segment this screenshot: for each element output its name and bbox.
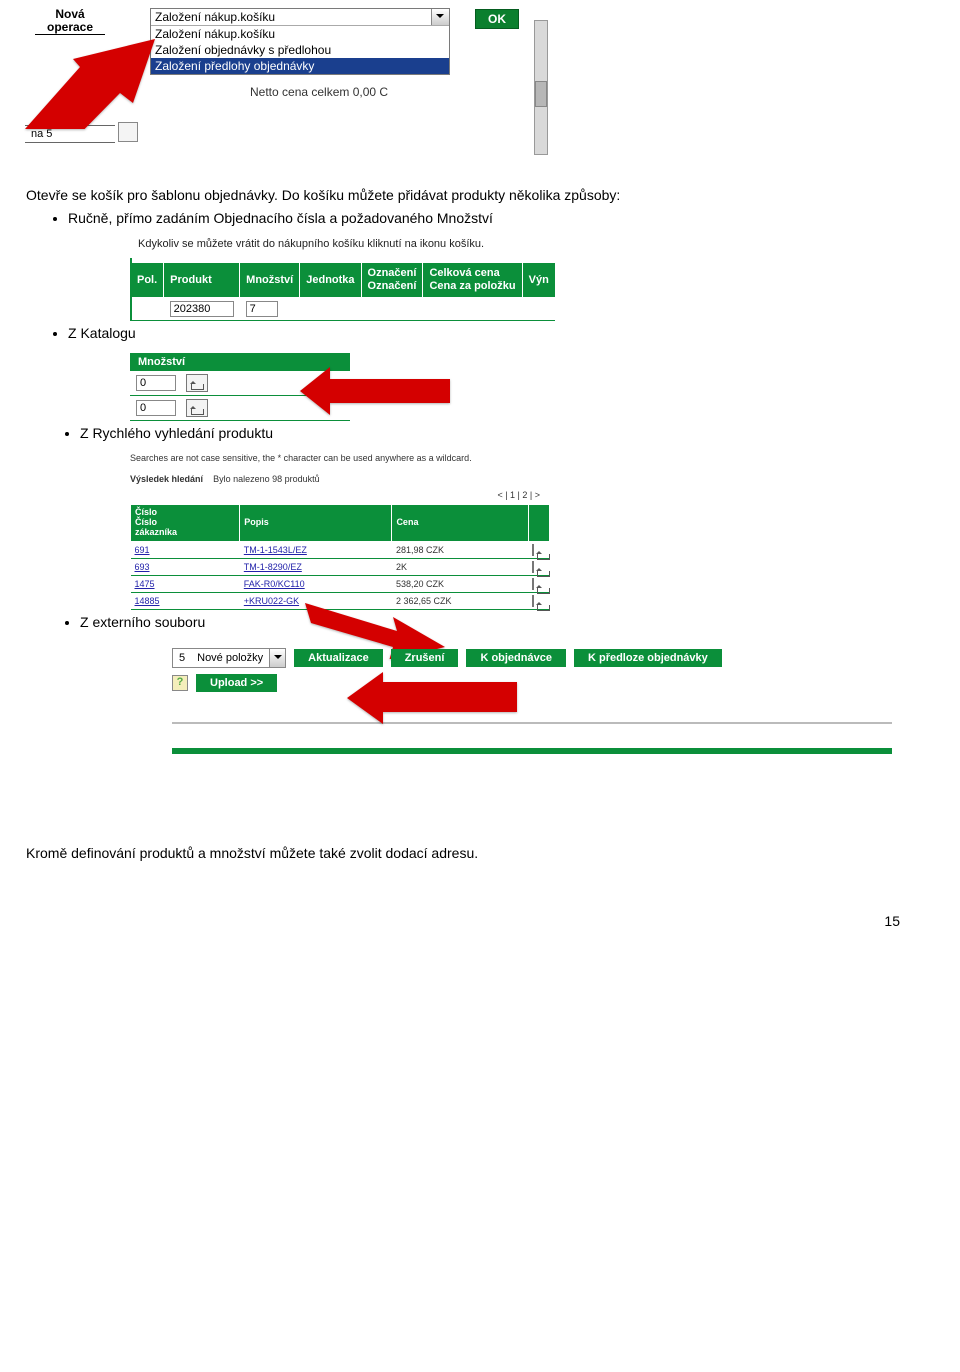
annotation-arrow-icon — [25, 39, 155, 129]
product-input[interactable] — [170, 301, 234, 317]
product-link[interactable]: TM-1-8290/EZ — [244, 562, 302, 572]
help-icon[interactable]: ? — [172, 675, 188, 691]
product-link[interactable]: 693 — [135, 562, 150, 572]
aktualizace-button[interactable]: Aktualizace — [294, 649, 383, 667]
product-link[interactable]: +KRU022-GK — [244, 596, 299, 606]
cart-table: Pol. Produkt Množství Jednotka Označení … — [130, 262, 556, 321]
table-row: 691 TM-1-1543L/EZ 281,98 CZK — [131, 541, 550, 558]
th-vyn: Výn — [522, 263, 555, 298]
dropdown-selected-text: Založení nákup.košíku — [155, 10, 275, 24]
zruseni-button[interactable]: Zrušení — [391, 649, 459, 667]
th-pol: Pol. — [131, 263, 164, 298]
hint-text: Kdykoliv se můžete vrátit do nákupního k… — [138, 238, 940, 250]
page-number: 15 — [20, 913, 900, 929]
bullet-item: Z Rychlého vyhledání produktu — [80, 425, 940, 441]
th-blank — [528, 505, 549, 542]
new-items-combo[interactable]: 5 Nové položky — [172, 648, 286, 668]
upload-button[interactable]: Upload >> — [196, 674, 277, 692]
green-bar — [172, 748, 892, 754]
operation-dropdown[interactable]: Založení nákup.košíku Založení nákup.koš… — [150, 8, 450, 75]
add-to-cart-icon[interactable] — [532, 578, 534, 590]
table-row: 693 TM-1-8290/EZ 2K — [131, 558, 550, 575]
netto-total-label: Netto cena celkem 0,00 C — [250, 85, 388, 99]
product-link[interactable]: 691 — [135, 545, 150, 555]
chevron-down-icon[interactable] — [431, 9, 449, 25]
paragraph: Kromě definování produktů a množství můž… — [26, 844, 940, 864]
product-link[interactable]: 1475 — [135, 579, 155, 589]
k-predloze-button[interactable]: K předloze objednávky — [574, 649, 722, 667]
combo-value: 5 — [173, 650, 191, 666]
add-to-cart-icon[interactable] — [186, 374, 208, 392]
qty-input[interactable] — [136, 375, 176, 391]
th-popis: Popis — [240, 505, 392, 542]
screenshot-cart-table: Kdykoliv se můžete vrátit do nákupního k… — [130, 238, 940, 321]
bullet-item: Z externího souboru — [80, 614, 940, 630]
result-label: Výsledek hledání — [130, 474, 203, 484]
screenshot-external-file: 5 Nové položky Aktualizace Zrušení K obj… — [172, 642, 892, 814]
pager[interactable]: < | 1 | 2 | > — [130, 490, 540, 500]
dropdown-option[interactable]: Založení nákup.košíku — [151, 26, 449, 42]
table-row: 1475 FAK-R0/KC110 538,20 CZK — [131, 575, 550, 592]
th-jednotka: Jednotka — [300, 263, 361, 298]
results-table: Číslo Číslo zákazníka Popis Cena 691 TM-… — [130, 504, 550, 610]
dropdown-option-list: Založení nákup.košíku Založení objednávk… — [151, 26, 449, 74]
quantity-input[interactable] — [246, 301, 278, 317]
product-link[interactable]: TM-1-1543L/EZ — [244, 545, 307, 555]
divider-vertical — [130, 258, 132, 321]
bullet-item: Z Katalogu — [68, 325, 940, 341]
scrollbar-thumb[interactable] — [535, 81, 547, 107]
combo-label: Nové položky — [191, 650, 269, 666]
paragraph: Otevře se košík pro šablonu objednávky. … — [26, 185, 940, 206]
chevron-down-icon[interactable] — [269, 649, 285, 667]
dropdown-option-highlighted[interactable]: Založení předlohy objednávky — [151, 58, 449, 74]
th-cena: Celková cena Cena za položku — [423, 263, 522, 298]
add-to-cart-icon[interactable] — [532, 561, 534, 573]
add-to-cart-icon[interactable] — [186, 399, 208, 417]
screenshot-search-results: Searches are not case sensitive, the * c… — [130, 453, 550, 609]
qty-input[interactable] — [136, 400, 176, 416]
search-note: Searches are not case sensitive, the * c… — [130, 453, 550, 464]
th-produkt: Produkt — [164, 263, 240, 298]
new-operation-label: Nová operace — [35, 8, 105, 35]
product-link[interactable]: FAK-R0/KC110 — [244, 579, 305, 589]
price-cell: 2K — [392, 558, 528, 575]
k-objednavce-button[interactable]: K objednávce — [466, 649, 566, 667]
add-to-cart-icon[interactable] — [532, 544, 534, 556]
screenshot-new-operation: Nová operace Založení nákup.košíku Založ… — [20, 5, 940, 165]
bullet-item: Ručně, přímo zadáním Objednacího čísla a… — [68, 210, 940, 226]
th-mnozstvi: Množství — [240, 263, 300, 298]
annotation-arrow-icon — [300, 367, 450, 415]
price-cell: 281,98 CZK — [392, 541, 528, 558]
annotation-arrow-icon — [347, 672, 517, 724]
table-row — [131, 298, 556, 321]
result-count: Bylo nalezeno 98 produktů — [213, 474, 320, 484]
screenshot-catalog-qty: Množství — [130, 353, 940, 421]
th-oznaceni: Označení Označení — [361, 263, 423, 298]
scrollbar[interactable] — [534, 20, 548, 155]
price-cell: 538,20 CZK — [392, 575, 528, 592]
dropdown-selected-value[interactable]: Založení nákup.košíku — [151, 9, 449, 26]
divider — [172, 722, 892, 724]
ok-button[interactable]: OK — [475, 9, 519, 29]
add-to-cart-icon[interactable] — [532, 595, 534, 607]
product-link[interactable]: 14885 — [135, 596, 160, 606]
th-cislo: Číslo Číslo zákazníka — [131, 505, 240, 542]
dropdown-option[interactable]: Založení objednávky s předlohou — [151, 42, 449, 58]
th-cena: Cena — [392, 505, 528, 542]
